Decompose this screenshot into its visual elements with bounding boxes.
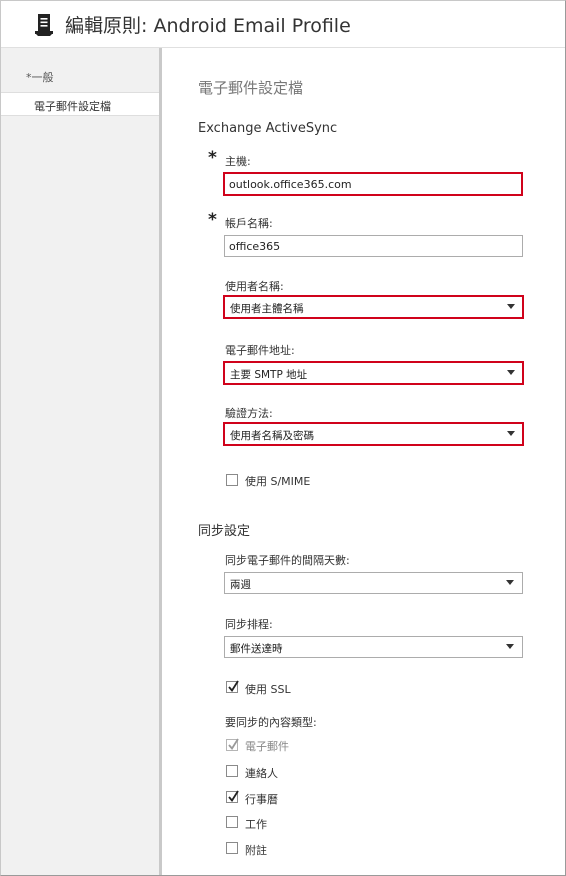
sync-interval-label: 同步電子郵件的間隔天數:: [225, 554, 350, 567]
sidebar-item-label: 電子郵件設定檔: [34, 100, 111, 113]
chevron-down-icon: [506, 580, 514, 585]
content-type-calendar-checkbox[interactable]: [226, 790, 239, 803]
exchange-section-title: Exchange ActiveSync: [198, 121, 338, 136]
smime-label: 使用 S/MIME: [245, 475, 311, 488]
smime-checkbox[interactable]: [226, 474, 238, 486]
content-type-email-checkbox[interactable]: [226, 738, 239, 751]
sync-schedule-select-value: 郵件送達時: [230, 643, 283, 655]
host-input[interactable]: [223, 172, 523, 196]
username-label: 使用者名稱:: [225, 280, 284, 293]
required-marker: *: [208, 148, 217, 168]
content-type-tasks-checkbox[interactable]: [226, 816, 238, 828]
content-type-email-label: 電子郵件: [245, 740, 289, 753]
sidebar-item-email-profile[interactable]: 電子郵件設定檔: [1, 92, 159, 116]
chevron-down-icon: [507, 304, 515, 309]
content-type-contacts-label: 連絡人: [245, 767, 278, 780]
sidebar-item-general[interactable]: *一般: [1, 64, 159, 88]
policy-editor-window: 編輯原則: Android Email Profile *一般 電子郵件設定檔 …: [0, 0, 566, 876]
chevron-down-icon: [507, 370, 515, 375]
content-type-tasks-label: 工作: [245, 818, 267, 831]
policy-document-icon: [35, 14, 53, 36]
content-type-notes-checkbox[interactable]: [226, 842, 238, 854]
sidebar: *一般 電子郵件設定檔: [1, 48, 159, 875]
sync-section-title: 同步設定: [198, 524, 251, 539]
email-address-select[interactable]: 主要 SMTP 地址: [223, 361, 524, 385]
use-ssl-checkbox[interactable]: [226, 680, 239, 693]
use-ssl-label: 使用 SSL: [245, 683, 291, 696]
chevron-down-icon: [506, 644, 514, 649]
sync-interval-select-value: 兩週: [230, 579, 251, 591]
auth-method-label: 驗證方法:: [225, 407, 273, 420]
required-marker: *: [208, 210, 217, 230]
sidebar-item-label: *一般: [26, 71, 54, 84]
sync-schedule-label: 同步排程:: [225, 618, 273, 631]
sync-schedule-select[interactable]: 郵件送達時: [224, 636, 523, 658]
chevron-down-icon: [507, 431, 515, 436]
account-name-label: 帳戶名稱:: [225, 217, 273, 230]
checkmark-icon: [228, 738, 239, 751]
auth-method-select-value: 使用者名稱及密碼: [230, 430, 314, 442]
checkmark-icon: [228, 680, 239, 693]
host-label: 主機:: [225, 155, 251, 168]
checkmark-icon: [228, 790, 239, 803]
email-address-select-value: 主要 SMTP 地址: [230, 369, 308, 381]
page-title: 電子郵件設定檔: [198, 79, 304, 97]
account-name-input[interactable]: [224, 235, 523, 257]
email-address-label: 電子郵件地址:: [225, 344, 295, 357]
username-select[interactable]: 使用者主體名稱: [223, 295, 524, 319]
content-type-calendar-label: 行事曆: [245, 793, 278, 806]
sidebar-divider[interactable]: [159, 48, 162, 875]
sync-interval-select[interactable]: 兩週: [224, 572, 523, 594]
window-title: 編輯原則: Android Email Profile: [65, 15, 351, 37]
header: 編輯原則: Android Email Profile: [1, 1, 565, 48]
content-type-notes-label: 附註: [245, 844, 267, 857]
username-select-value: 使用者主體名稱: [230, 303, 304, 315]
content-types-label: 要同步的內容類型:: [225, 716, 317, 729]
content-type-contacts-checkbox[interactable]: [226, 765, 238, 777]
auth-method-select[interactable]: 使用者名稱及密碼: [223, 422, 524, 446]
